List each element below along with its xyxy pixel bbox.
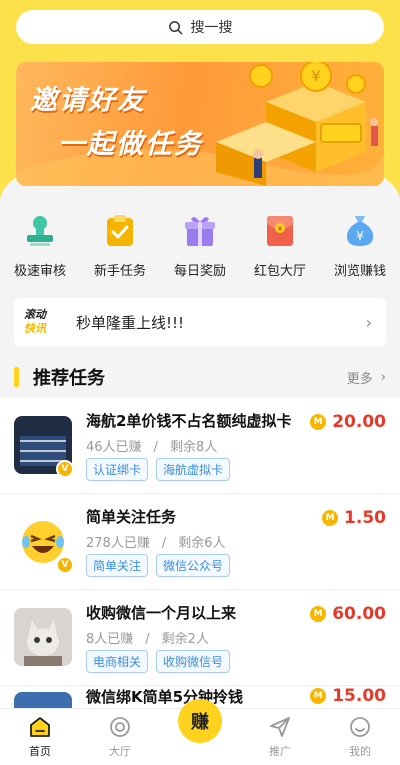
task-tag: 认证绑卡	[86, 458, 149, 481]
task-price-value: 15.00	[332, 686, 386, 706]
news-text: 秒单隆重上线!!!	[76, 313, 185, 332]
bottom-tab-bar: 首页 大厅 赚 推广 我的	[0, 699, 400, 765]
task-price: M 1.50	[322, 508, 386, 528]
quick-action-label: 浏览赚钱	[333, 264, 386, 279]
task-earned: 8人已赚	[86, 632, 134, 647]
task-earned: 278人已赚	[86, 536, 150, 551]
recommended-section-header: 推荐任务 更多 ›	[0, 358, 400, 396]
task-price: M 60.00	[310, 604, 386, 624]
tab-label: 大厅	[109, 745, 131, 758]
task-price: M 15.00	[310, 686, 386, 706]
quick-action-daily-reward[interactable]: 每日奖励	[160, 210, 240, 286]
news-ticker[interactable]: 滚动 快讯 秒单隆重上线!!! ›	[14, 298, 386, 346]
quick-action-label: 每日奖励	[173, 264, 226, 279]
task-tag: 简单关注	[86, 554, 149, 577]
task-tag: 微信公众号	[156, 554, 231, 577]
task-item[interactable]: 收购微信一个月以上来 8人已赚 / 剩余2人 电商相关 收购微信号 M 60.00	[0, 590, 400, 686]
search-icon	[168, 20, 182, 34]
task-remaining: 剩余2人	[161, 632, 209, 647]
task-tags: 电商相关 收购微信号	[86, 650, 231, 673]
chevron-right-icon: ›	[365, 312, 372, 332]
stamp-icon	[20, 210, 60, 250]
news-badge-line2: 快讯	[24, 322, 46, 335]
task-title: 收购微信一个月以上来	[86, 604, 237, 622]
task-tag: 电商相关	[86, 650, 149, 673]
news-badge: 滚动 快讯	[24, 308, 54, 336]
tab-earn[interactable]: 赚	[160, 699, 240, 765]
news-badge-line1: 滚动	[24, 308, 46, 321]
task-price-value: 60.00	[332, 604, 386, 624]
task-remaining: 剩余8人	[169, 440, 218, 455]
coin-icon: M	[310, 414, 327, 430]
task-tags: 简单关注 微信公众号	[86, 554, 231, 577]
money-bag-icon: ¥	[340, 210, 380, 250]
invite-banner[interactable]: ¥ 邀请好友 一起做任务	[16, 62, 384, 186]
quick-action-red-envelope[interactable]: ¥ 红包大厅	[240, 210, 320, 286]
profile-icon	[350, 717, 370, 737]
quick-action-label: 极速审核	[13, 264, 66, 279]
coin-icon: M	[310, 688, 327, 704]
paper-plane-icon	[270, 717, 290, 737]
task-meta: 8人已赚 / 剩余2人	[86, 628, 209, 647]
more-link[interactable]: 更多 ›	[347, 368, 386, 387]
section-title: 推荐任务	[33, 368, 105, 389]
task-title: 微信绑K简单5分钟拎钱	[86, 688, 244, 706]
task-price-value: 20.00	[332, 412, 386, 432]
svg-text:¥: ¥	[278, 225, 283, 233]
task-tag: 海航虚拟卡	[156, 458, 231, 481]
task-title: 简单关注任务	[86, 508, 177, 526]
card-image	[14, 692, 72, 708]
red-envelope-icon: ¥	[260, 210, 300, 250]
quick-action-fast-review[interactable]: 极速审核	[0, 210, 80, 286]
task-earned: 46人已赚	[86, 440, 142, 455]
coin-icon: M	[310, 606, 327, 622]
task-title: 海航2单价钱不占名额纯虚拟卡	[86, 412, 292, 430]
meta-separator: /	[153, 440, 158, 455]
verified-badge-icon: V	[56, 460, 74, 478]
task-list: V 海航2单价钱不占名额纯虚拟卡 46人已赚 / 剩余8人 认证绑卡 海航虚拟卡 M…	[0, 398, 400, 708]
tab-promote[interactable]: 推广	[240, 709, 320, 765]
tab-hall[interactable]: 大厅	[80, 709, 160, 765]
svg-text:¥: ¥	[356, 229, 364, 243]
task-remaining: 剩余6人	[178, 536, 226, 551]
hall-icon	[110, 717, 130, 737]
tab-label: 推广	[269, 745, 291, 758]
task-price-value: 1.50	[344, 508, 386, 528]
meta-separator: /	[145, 632, 150, 647]
quick-action-browse-earn[interactable]: ¥ 浏览赚钱	[320, 210, 400, 286]
task-item[interactable]: V 海航2单价钱不占名额纯虚拟卡 46人已赚 / 剩余8人 认证绑卡 海航虚拟卡 M…	[0, 398, 400, 494]
earn-icon: 赚	[178, 699, 222, 743]
svg-text:¥: ¥	[312, 69, 321, 85]
coin-icon: M	[322, 510, 339, 526]
quick-action-label: 红包大厅	[253, 264, 306, 279]
gift-icon	[180, 210, 220, 250]
search-bar[interactable]: 搜一搜	[16, 10, 384, 44]
clipboard-check-icon	[100, 210, 140, 250]
task-price: M 20.00	[310, 412, 386, 432]
meta-separator: /	[161, 536, 167, 551]
cat-image	[14, 608, 72, 666]
quick-action-label: 新手任务	[93, 264, 146, 279]
task-item[interactable]: V 简单关注任务 278人已赚 / 剩余6人 简单关注 微信公众号 M 1.50	[0, 494, 400, 590]
search-label: 搜一搜	[190, 20, 233, 36]
banner-title-line1: 邀请好友	[30, 85, 146, 116]
banner-title-line2: 一起做任务	[58, 129, 203, 160]
more-label: 更多	[346, 371, 373, 387]
tab-profile[interactable]: 我的	[320, 709, 400, 765]
quick-actions: 极速审核 新手任务 每日奖励 ¥ 红包大厅 ¥ 浏览赚钱	[0, 210, 400, 286]
tab-home[interactable]: 首页	[0, 709, 80, 765]
tab-label: 首页	[29, 745, 51, 758]
quick-action-beginner-tasks[interactable]: 新手任务	[80, 210, 160, 286]
verified-badge-icon: V	[56, 556, 74, 574]
task-tags: 认证绑卡 海航虚拟卡	[86, 458, 231, 481]
task-tag: 收购微信号	[156, 650, 231, 673]
task-meta: 278人已赚 / 剩余6人	[86, 532, 226, 551]
chevron-right-icon: ›	[380, 369, 386, 385]
tab-label: 我的	[349, 745, 371, 758]
home-icon	[30, 717, 50, 737]
section-accent-bar	[14, 367, 19, 387]
task-meta: 46人已赚 / 剩余8人	[86, 436, 217, 455]
